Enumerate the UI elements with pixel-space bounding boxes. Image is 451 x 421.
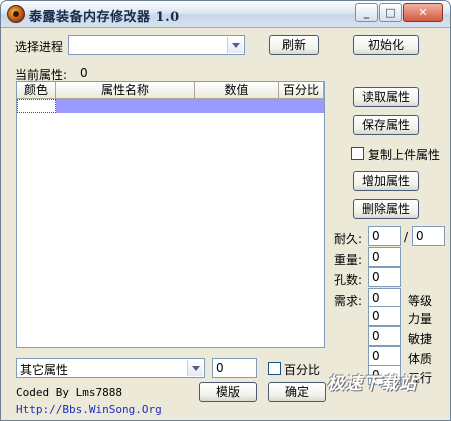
column-header-name[interactable]: 属性名称 [56,82,195,99]
main-window: 泰露装备内存修改器 1.0 _ □ ✕ 选择进程 刷新 初始化 当前属性: 0 … [0,0,451,421]
app-icon [7,5,25,23]
require-constitution-label: 体质 [408,352,433,366]
durability-max-input[interactable]: 0 [412,226,445,246]
column-header-color[interactable]: 颜色 [17,82,56,99]
read-attr-button[interactable]: 读取属性 [353,87,419,107]
column-header-percent[interactable]: 百分比 [279,82,324,99]
table-row[interactable] [17,99,324,113]
other-attr-value-input[interactable]: 0 [212,358,257,378]
credit-text: Coded By Lms7888 [16,386,122,399]
column-header-value[interactable]: 数值 [195,82,279,99]
table-header: 颜色 属性名称 数值 百分比 [17,82,324,99]
attribute-table[interactable]: 颜色 属性名称 数值 百分比 [16,81,325,348]
current-attr-count: 0 [80,66,88,80]
require-constitution-input[interactable]: 0 [368,346,401,366]
holes-input[interactable]: 0 [368,267,401,287]
window-title: 泰露装备内存修改器 1.0 [29,10,180,25]
refresh-button[interactable]: 刷新 [269,35,319,55]
close-button[interactable]: ✕ [403,3,443,22]
require-agility-label: 敏捷 [408,332,433,346]
require-level-label: 等级 [408,294,433,308]
weight-label: 重量: [334,253,363,267]
save-attr-button[interactable]: 保存属性 [353,115,419,135]
durability-label: 耐久: [334,232,363,246]
template-button[interactable]: 模版 [199,382,257,402]
add-attr-button[interactable]: 增加属性 [353,171,419,191]
durability-current-input[interactable]: 0 [368,226,401,246]
chevron-down-icon[interactable] [227,37,243,53]
durability-separator: / [404,230,409,244]
chevron-down-icon[interactable] [187,360,203,376]
initialize-button[interactable]: 初始化 [353,35,419,55]
other-attr-select[interactable]: 其它属性 [16,358,205,378]
require-agility-input[interactable]: 0 [368,326,401,346]
title-bar[interactable]: 泰露装备内存修改器 1.0 _ □ ✕ [1,1,450,28]
minimize-button[interactable]: _ [355,3,378,22]
holes-label: 孔数: [334,273,363,287]
process-label: 选择进程 [15,40,64,54]
percent-checkbox[interactable] [268,362,281,375]
weight-input[interactable]: 0 [368,247,401,267]
copy-prev-checkbox[interactable] [351,147,364,160]
copy-prev-label[interactable]: 复制上件属性 [368,146,440,163]
percent-label[interactable]: 百分比 [284,361,320,378]
delete-attr-button[interactable]: 删除属性 [353,199,419,219]
maximize-button[interactable]: □ [379,3,402,22]
ok-button[interactable]: 确定 [268,382,326,402]
watermark-logo: 极速下载站 [327,374,417,394]
forum-link[interactable]: Http://Bbs.WinSong.Org [16,403,162,416]
require-strength-label: 力量 [408,312,433,326]
require-label: 需求: [334,294,363,308]
table-cell-color [17,99,56,113]
require-level-input[interactable]: 0 [368,288,401,308]
process-select[interactable] [68,35,245,55]
require-strength-input[interactable]: 0 [368,306,401,326]
table-cell-selected [56,99,324,113]
other-attr-value: 其它属性 [20,363,69,377]
